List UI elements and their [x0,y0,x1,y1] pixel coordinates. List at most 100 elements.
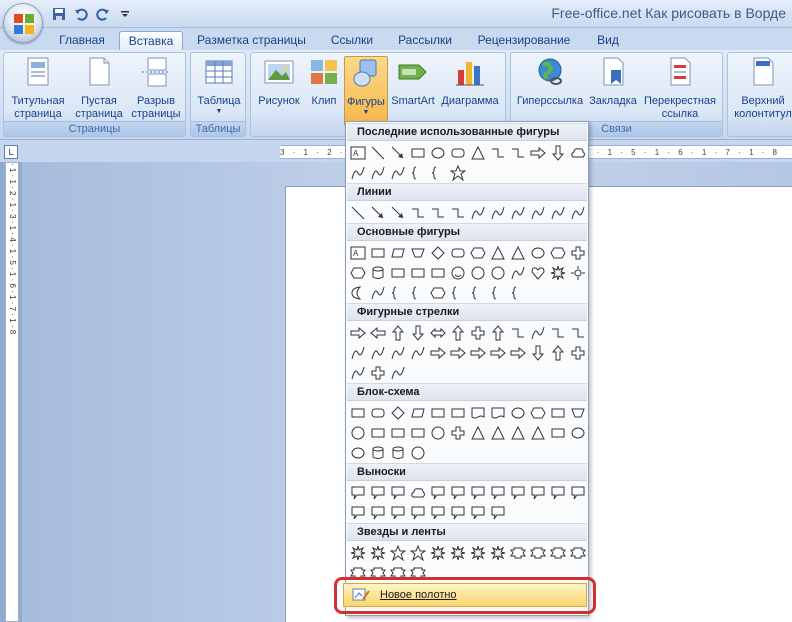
shape-hex-icon[interactable] [428,283,448,303]
shape-curve-icon[interactable] [408,343,428,363]
shape-para-icon[interactable] [388,243,408,263]
shape-callout-icon[interactable] [348,483,368,503]
shape-callout-icon[interactable] [548,483,568,503]
shape-heart-icon[interactable] [528,263,548,283]
hyperlink-button[interactable]: Гиперссылка [515,56,585,108]
shape-rect-icon[interactable] [388,423,408,443]
shape-hex-icon[interactable] [548,243,568,263]
shape-burst-icon[interactable] [448,543,468,563]
shape-callout-icon[interactable] [448,503,468,523]
shape-rrect-icon[interactable] [448,143,468,163]
shape-callout-icon[interactable] [368,503,388,523]
shape-circ-icon[interactable] [408,443,428,463]
shape-brace-icon[interactable] [428,163,448,183]
shape-curve-icon[interactable] [348,343,368,363]
shape-burst-icon[interactable] [428,543,448,563]
shape-hex-icon[interactable] [348,263,368,283]
shape-diamond-icon[interactable] [388,403,408,423]
shape-callout-icon[interactable] [448,483,468,503]
tab-references[interactable]: Ссылки [326,31,378,51]
shape-elbow-icon[interactable] [488,143,508,163]
shape-cloud-icon[interactable] [568,143,588,163]
shape-elbow-icon[interactable] [568,323,588,343]
shape-oval-icon[interactable] [348,443,368,463]
shape-elbow-icon[interactable] [408,203,428,223]
shape-oval-icon[interactable] [508,403,528,423]
shape-tri-icon[interactable] [468,423,488,443]
shape-callout-icon[interactable] [468,503,488,523]
shape-tri-icon[interactable] [488,243,508,263]
shape-hex-icon[interactable] [528,403,548,423]
shape-curve-icon[interactable] [388,163,408,183]
shape-rect-icon[interactable] [348,403,368,423]
shape-curve-icon[interactable] [528,203,548,223]
shape-burst-icon[interactable] [468,543,488,563]
shape-callout-icon[interactable] [388,503,408,523]
shape-cloud-icon[interactable] [408,483,428,503]
shape-oval-icon[interactable] [568,423,588,443]
shapes-button[interactable]: Фигуры ▼ [344,56,388,126]
header-button[interactable]: Верхний колонтитул [731,56,792,121]
shape-brace-icon[interactable] [468,283,488,303]
shape-brace-icon[interactable] [508,283,528,303]
tab-home[interactable]: Главная [54,31,110,51]
office-button[interactable] [3,3,43,43]
shape-callout-icon[interactable] [428,483,448,503]
shape-elbow-icon[interactable] [508,143,528,163]
shape-uarrow-icon[interactable] [388,323,408,343]
shape-rarrow-icon[interactable] [528,143,548,163]
shape-cyl-icon[interactable] [388,443,408,463]
shape-star-icon[interactable] [408,543,428,563]
shape-arrow-icon[interactable] [388,203,408,223]
shape-line-icon[interactable] [348,203,368,223]
shape-doc-icon[interactable] [468,403,488,423]
shape-oval-icon[interactable] [428,143,448,163]
shape-rrect-icon[interactable] [448,243,468,263]
tab-review[interactable]: Рецензирование [474,31,574,51]
shape-tri-icon[interactable] [508,243,528,263]
shape-trap-icon[interactable] [408,243,428,263]
blank-page-button[interactable]: Пустая страница [71,56,127,121]
undo-icon[interactable] [72,5,90,23]
chart-button[interactable]: Диаграмма [439,56,501,108]
page-break-button[interactable]: Разрыв страницы [127,56,185,121]
bookmark-button[interactable]: Закладка [587,56,639,108]
shape-diamond-icon[interactable] [428,243,448,263]
shape-elbow-icon[interactable] [548,323,568,343]
shape-darrow-icon[interactable] [408,323,428,343]
smartart-button[interactable]: SmartArt [389,56,437,108]
shape-rect-icon[interactable] [408,143,428,163]
shape-uarrow-icon[interactable] [488,323,508,343]
shape-circ-icon[interactable] [488,263,508,283]
shape-callout-icon[interactable] [388,483,408,503]
redo-icon[interactable] [94,5,112,23]
shape-curve-icon[interactable] [568,203,588,223]
shape-brace-icon[interactable] [408,283,428,303]
shape-burst-icon[interactable] [348,543,368,563]
shape-plus-icon[interactable] [368,363,388,383]
shape-tri-icon[interactable] [508,423,528,443]
shape-ribbon-icon[interactable] [568,543,588,563]
shape-circ-icon[interactable] [468,263,488,283]
shape-brace-icon[interactable] [388,283,408,303]
save-icon[interactable] [50,5,68,23]
shape-doc-icon[interactable] [488,403,508,423]
shape-curve-icon[interactable] [368,343,388,363]
shape-rect-icon[interactable] [408,263,428,283]
shape-ribbon-icon[interactable] [508,543,528,563]
shape-cyl-icon[interactable] [368,263,388,283]
shape-rarrow-icon[interactable] [468,343,488,363]
shape-rarrow-icon[interactable] [348,323,368,343]
shape-arrow-icon[interactable] [388,143,408,163]
tab-mailings[interactable]: Рассылки [395,31,455,51]
shape-curve-icon[interactable] [508,263,528,283]
shape-brace-icon[interactable] [408,163,428,183]
shape-arrow-icon[interactable] [368,203,388,223]
shape-elbow-icon[interactable] [448,203,468,223]
shape-plus-icon[interactable] [568,243,588,263]
shape-callout-icon[interactable] [568,483,588,503]
shape-darrow-icon[interactable] [528,343,548,363]
tab-insert[interactable]: Вставка [119,31,183,51]
shape-curve-icon[interactable] [388,363,408,383]
shape-star-icon[interactable] [388,543,408,563]
